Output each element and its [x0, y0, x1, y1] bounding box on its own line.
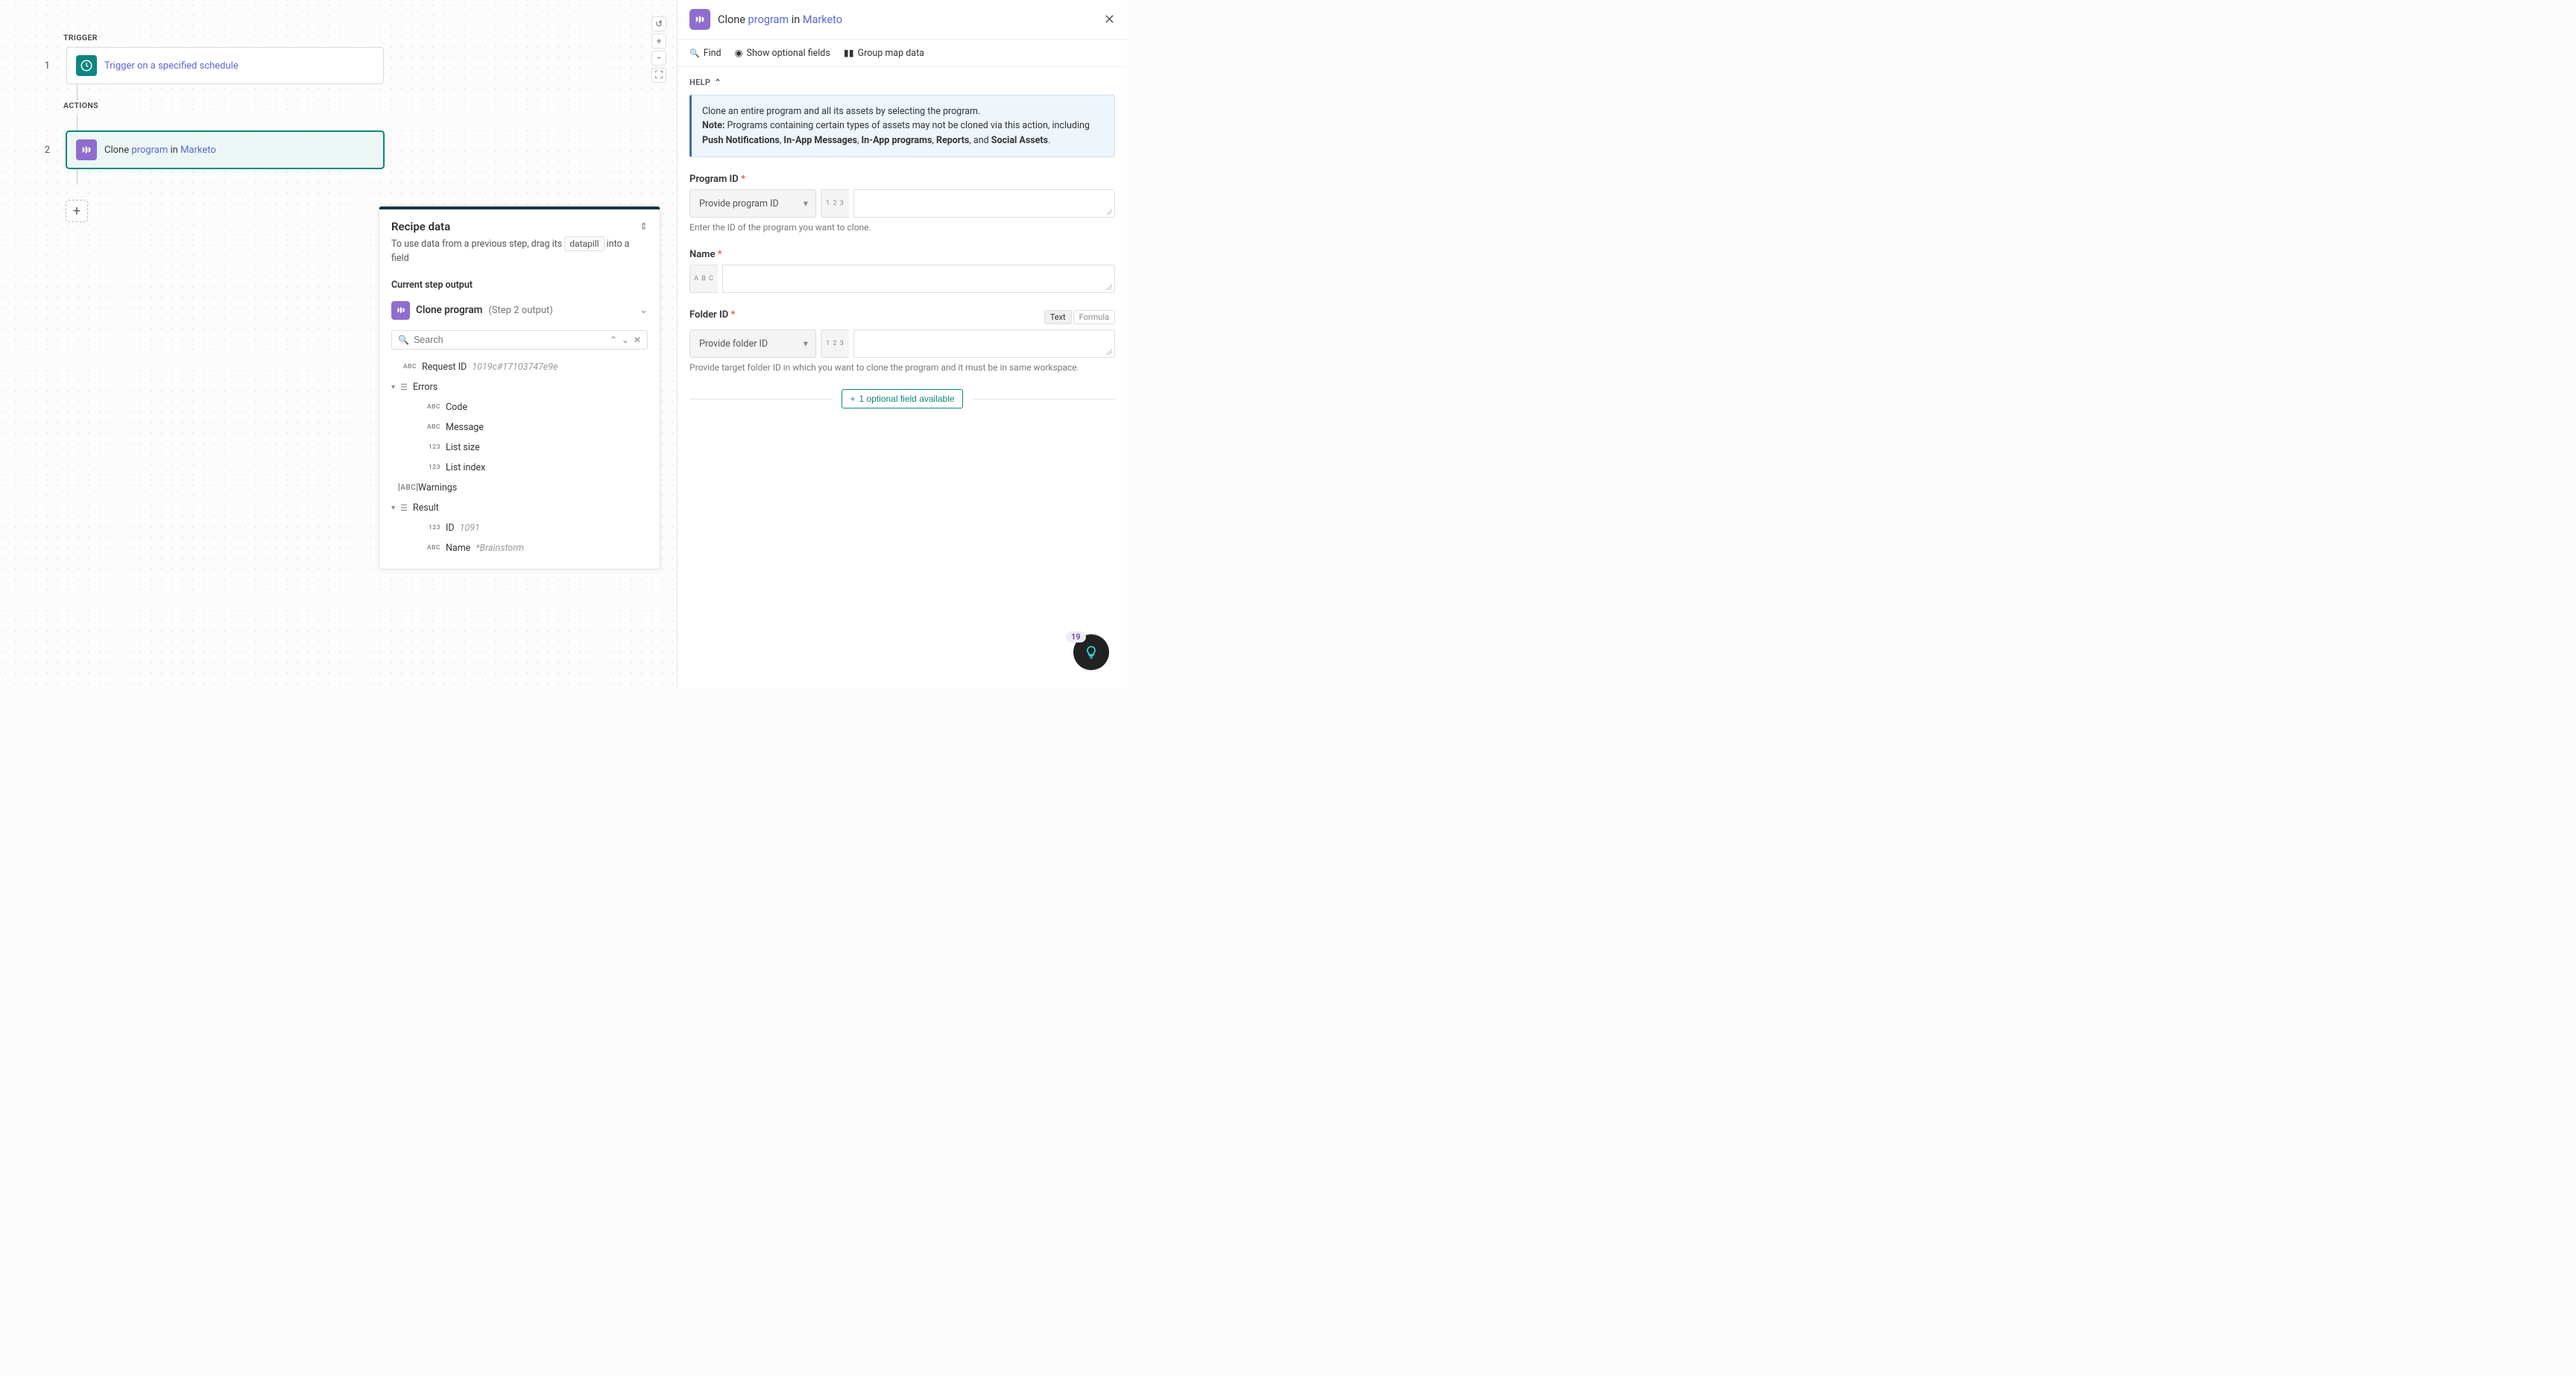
help-toggle[interactable]: HELP ⌃: [689, 78, 1115, 87]
step-2-text: Clone program in Marketo: [104, 145, 216, 156]
program-id-helper: Enter the ID of the program you want to …: [689, 222, 1115, 233]
program-id-field: Program ID * Provide program ID 1 2 3 En…: [689, 174, 1115, 233]
recipe-subtitle: To use data from a previous step, drag i…: [391, 236, 648, 266]
panel-toolbar: 🔍 Find ◉ Show optional fields ▮▮ Group m…: [678, 40, 1127, 67]
lightbulb-icon: [1084, 645, 1099, 660]
add-step-button[interactable]: +: [66, 200, 88, 222]
name-input[interactable]: [722, 265, 1115, 293]
help-box: Clone an entire program and all its asse…: [689, 95, 1115, 157]
tree-id[interactable]: 123ID 1091: [391, 518, 648, 538]
current-step-output-label: Current step output: [379, 272, 660, 295]
tree-list-index[interactable]: 123List index: [391, 458, 648, 478]
tree-list-size[interactable]: 123List size: [391, 438, 648, 458]
resize-icon[interactable]: ⇕: [640, 221, 648, 233]
step-2-number: 2: [44, 145, 50, 156]
plus-icon: +: [850, 394, 855, 404]
search-icon: 🔍: [398, 335, 409, 345]
tree-name[interactable]: ABCName *Brainstorm: [391, 538, 648, 558]
text-chip[interactable]: Text: [1044, 310, 1072, 324]
search-input[interactable]: [414, 335, 605, 345]
optional-divider: + 1 optional field available: [689, 389, 1115, 408]
zoom-out-button[interactable]: −: [651, 51, 666, 66]
recipe-data-panel: Recipe data ⇕ To use data from a previou…: [379, 206, 660, 569]
recipe-title: Recipe data: [391, 220, 450, 233]
folder-id-input[interactable]: [853, 329, 1115, 358]
program-id-input[interactable]: [853, 189, 1115, 218]
group-map-button[interactable]: ▮▮ Group map data: [844, 47, 924, 59]
marketo-icon: [391, 301, 410, 320]
optional-fields-button[interactable]: + 1 optional field available: [842, 389, 962, 408]
fit-button[interactable]: ⛶: [651, 68, 666, 83]
folder-id-helper: Provide target folder ID in which you wa…: [689, 362, 1115, 373]
undo-button[interactable]: ↺: [651, 16, 666, 31]
clear-icon[interactable]: ✕: [634, 335, 641, 345]
step-2-card[interactable]: Clone program in Marketo: [66, 131, 384, 168]
program-id-label: Program ID *: [689, 174, 1115, 185]
mode-toggle: Text Formula: [1044, 310, 1115, 324]
folder-id-label: Folder ID *: [689, 309, 735, 321]
tree-request-id[interactable]: ABC Request ID 1019c#17103747e9e: [391, 357, 648, 377]
search-icon: 🔍: [689, 48, 700, 58]
output-header[interactable]: Clone program (Step 2 output) ⌄: [379, 295, 660, 326]
map-icon: ▮▮: [844, 47, 854, 59]
clock-icon: [76, 55, 97, 76]
marketo-icon: [689, 9, 710, 30]
tree-result[interactable]: ▾☰ Result: [391, 498, 648, 518]
panel-body: HELP ⌃ Clone an entire program and all i…: [678, 67, 1127, 688]
panel-header: Clone program in Marketo ✕: [678, 0, 1127, 40]
zoom-in-button[interactable]: +: [651, 34, 666, 48]
next-icon[interactable]: ⌄: [622, 335, 629, 345]
show-optional-button[interactable]: ◉ Show optional fields: [735, 47, 830, 59]
num-type-badge: 1 2 3: [821, 329, 849, 358]
name-field: Name * A B C: [689, 249, 1115, 293]
connector-3: [77, 168, 78, 185]
search-box[interactable]: 🔍 ⌃ ⌄ ✕: [391, 330, 648, 350]
abc-type-badge: A B C: [689, 265, 718, 293]
close-icon[interactable]: ✕: [1104, 12, 1115, 28]
find-button[interactable]: 🔍 Find: [689, 47, 722, 59]
list-icon: ☰: [400, 503, 408, 513]
step-1-number: 1: [44, 60, 50, 72]
flow: TRIGGER 1 Trigger on a specified schedul…: [63, 33, 384, 222]
folder-id-select[interactable]: Provide folder ID: [689, 329, 816, 358]
trigger-label: TRIGGER: [63, 33, 384, 42]
config-panel: Clone program in Marketo ✕ 🔍 Find ◉ Show…: [677, 0, 1127, 688]
tree-warnings[interactable]: [ABC]Warnings: [391, 478, 648, 498]
panel-title: Clone program in Marketo: [718, 13, 842, 26]
list-icon: ☰: [400, 382, 408, 392]
program-id-select[interactable]: Provide program ID: [689, 189, 816, 218]
help-fab[interactable]: 19: [1073, 634, 1109, 670]
name-label: Name *: [689, 249, 1115, 260]
folder-id-field: Folder ID * Text Formula Provide folder …: [689, 309, 1115, 373]
step-1-text: Trigger on a specified schedule: [104, 60, 239, 72]
connector-2: [77, 115, 78, 131]
datapill-chip: datapill: [564, 236, 604, 251]
connector-1: [77, 84, 78, 101]
num-type-badge: 1 2 3: [821, 189, 849, 218]
output-subtitle: (Step 2 output): [488, 305, 552, 316]
step-1-row: 1 Trigger on a specified schedule: [63, 47, 384, 84]
fab-badge: 19: [1066, 631, 1086, 643]
zoom-controls: ↺ + − ⛶: [651, 16, 666, 83]
tree-errors[interactable]: ▾☰ Errors: [391, 377, 648, 397]
chevron-up-icon: ⌃: [714, 78, 722, 87]
eye-icon: ◉: [735, 47, 743, 59]
prev-icon[interactable]: ⌃: [610, 335, 617, 345]
chevron-down-icon[interactable]: ⌄: [640, 305, 648, 316]
tree-message[interactable]: ABCMessage: [391, 417, 648, 438]
marketo-icon: [76, 139, 97, 160]
formula-chip[interactable]: Formula: [1073, 310, 1115, 324]
actions-label: ACTIONS: [63, 101, 384, 110]
output-tree: ABC Request ID 1019c#17103747e9e ▾☰ Erro…: [379, 354, 660, 569]
step-2-row: 2 Clone program in Marketo: [63, 131, 384, 168]
output-title: Clone program: [416, 304, 482, 316]
tree-code[interactable]: ABCCode: [391, 397, 648, 417]
step-1-card[interactable]: Trigger on a specified schedule: [66, 47, 384, 84]
